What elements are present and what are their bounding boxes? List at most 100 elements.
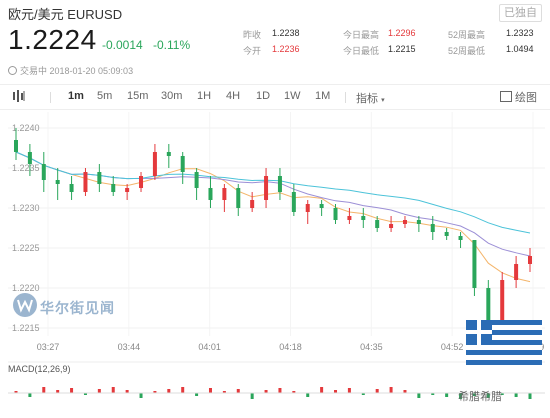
macd-bar	[278, 388, 282, 393]
candle-body	[222, 188, 227, 200]
macd-bar	[528, 393, 532, 399]
candle-body	[514, 264, 519, 280]
trade-timestamp: 交易中 2018-01-20 05:09:03	[8, 64, 133, 77]
candle-body	[500, 280, 505, 320]
price-change: -0.0014	[102, 38, 143, 52]
timeframe-1w[interactable]: 1W	[284, 90, 301, 102]
stat-value-day-high: 1.2296	[388, 28, 416, 38]
candle-body	[430, 224, 435, 232]
price-chart[interactable]: 1.22401.22351.22301.22251.22201.2215 03:…	[0, 110, 550, 418]
candle-body	[458, 236, 463, 240]
candle	[208, 176, 213, 208]
chart-toolbar: 1m 5m 15m 30m 1H 4H 1D 1W 1M 指标 ▾ 绘图	[0, 84, 550, 110]
candle-body	[250, 200, 255, 208]
y-tick-label: 1.2215	[12, 323, 40, 333]
candle-body	[277, 176, 282, 192]
candle	[486, 280, 491, 324]
draw-tool[interactable]: 绘图	[500, 89, 537, 105]
candle-body	[472, 240, 477, 288]
timeframe-5m[interactable]: 5m	[97, 90, 112, 102]
candle-body	[528, 256, 532, 264]
macd-bar	[514, 393, 518, 397]
stat-label-day-high: 今日最高	[343, 30, 380, 40]
candle	[402, 216, 407, 228]
macd-bar	[208, 388, 212, 393]
y-tick-label: 1.2235	[12, 163, 40, 173]
currency-pair-title: 欧元/美元 EURUSD	[8, 7, 123, 22]
x-tick-label: 04:52	[441, 342, 464, 352]
macd-bar	[111, 387, 115, 393]
candle	[319, 200, 324, 216]
candle	[472, 240, 477, 296]
candle-body	[97, 172, 102, 184]
timeframe-1h[interactable]: 1H	[197, 90, 211, 102]
indicators-label: 指标	[356, 93, 378, 105]
stat-value-52w-high: 1.2323	[506, 28, 534, 38]
draw-icon	[500, 91, 512, 102]
candle	[83, 168, 88, 196]
candle	[180, 152, 185, 184]
candle-body	[236, 188, 241, 208]
candle	[166, 144, 171, 168]
y-tick-label: 1.2225	[12, 243, 40, 253]
candle-body	[83, 172, 88, 192]
candle	[444, 228, 449, 240]
macd-bar	[250, 393, 254, 399]
indicators-menu[interactable]: 指标 ▾	[356, 90, 385, 106]
candle	[389, 216, 394, 232]
candle-body	[333, 208, 338, 220]
clock-icon	[8, 66, 17, 75]
caret-down-icon: ▾	[381, 97, 385, 104]
macd-bar	[389, 387, 393, 393]
candle-body	[444, 232, 449, 236]
x-tick-label: 03:27	[37, 342, 60, 352]
timeframe-1mo[interactable]: 1M	[315, 90, 330, 102]
candle-body	[41, 164, 46, 180]
candle-body	[347, 216, 352, 220]
quote-header: 欧元/美元 EURUSD 已独自 1.2224 -0.0014 -0.11% 交…	[0, 0, 550, 80]
timeframe-1d[interactable]: 1D	[256, 90, 270, 102]
stat-label-52w-low: 52周最低	[448, 46, 486, 56]
timestamp-text: 交易中 2018-01-20 05:09:03	[20, 66, 134, 76]
toolbar-divider	[50, 92, 51, 103]
macd-bar	[417, 393, 421, 398]
moving-average-line	[15, 151, 531, 234]
candle	[361, 208, 366, 228]
candle-body	[69, 184, 74, 192]
macd-bar	[70, 388, 74, 393]
macd-bar	[139, 393, 143, 398]
candle	[333, 204, 338, 224]
candle-body	[486, 288, 491, 320]
candle	[69, 176, 74, 200]
candle-body	[152, 152, 157, 176]
candle	[236, 184, 241, 216]
brand-logo-icon	[13, 293, 37, 317]
macd-bar	[306, 393, 310, 397]
x-tick-label: 04:35	[360, 342, 383, 352]
brand-watermark: 华尔街见闻	[40, 300, 115, 316]
timeframe-1m[interactable]: 1m	[68, 90, 84, 102]
candle-body	[111, 184, 116, 192]
credit-watermark: 希腊希腊	[458, 391, 502, 403]
macd-label: MACD(12,26,9)	[8, 364, 71, 374]
candle	[139, 172, 144, 192]
stat-label-open: 今开	[243, 46, 262, 56]
add-watchlist-button[interactable]: 已独自	[499, 4, 542, 22]
timeframe-30m[interactable]: 30m	[161, 90, 182, 102]
y-tick-label: 1.2230	[12, 203, 40, 213]
candle-body	[416, 220, 421, 224]
macd-bar	[167, 389, 171, 393]
macd-bar	[28, 393, 32, 397]
x-tick-label: 04:18	[279, 342, 302, 352]
candle	[41, 152, 46, 192]
candle	[528, 248, 532, 272]
timeframe-15m[interactable]: 15m	[127, 90, 148, 102]
macd-bar	[445, 393, 449, 397]
candle-body	[27, 152, 32, 164]
macd-bar	[375, 389, 379, 393]
candle	[250, 192, 255, 212]
timeframe-4h[interactable]: 4H	[226, 90, 240, 102]
candle-body	[166, 152, 171, 156]
macd-bar	[42, 387, 46, 393]
candlestick-icon[interactable]	[12, 89, 26, 106]
